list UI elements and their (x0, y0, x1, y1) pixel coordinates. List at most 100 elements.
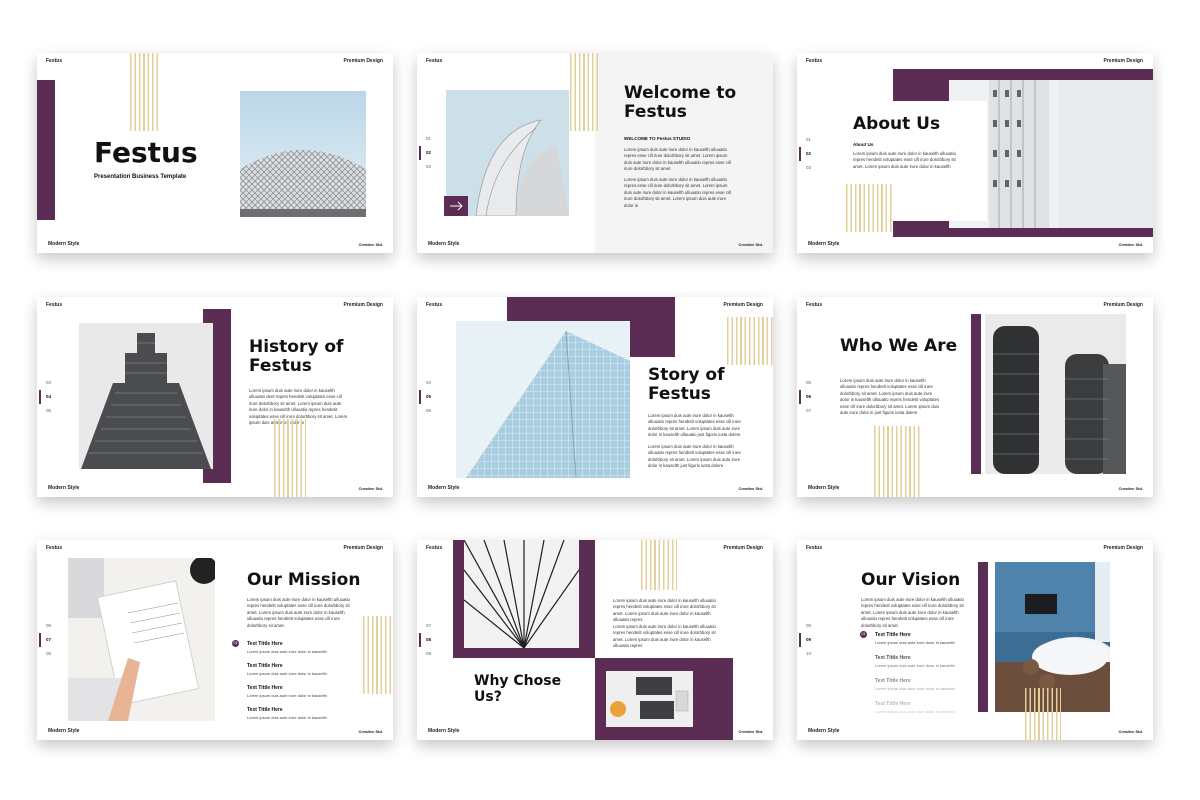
stripe-pattern (727, 317, 773, 365)
brand-label: Festus (806, 58, 823, 64)
num: 08 (806, 623, 812, 628)
body-text: Lorem ipsum duis aute irure dolor in kau… (861, 597, 964, 628)
num: 03 (426, 164, 432, 169)
modern-label: Modern Style (808, 485, 840, 491)
slide-cover[interactable]: Festus Premium Design Festus Presentatio… (37, 53, 393, 253)
stripe-pattern (846, 184, 892, 232)
num-active: 02 (418, 146, 431, 160)
creative-label: Creative Std. (358, 242, 383, 247)
num-active: 09 (798, 633, 811, 647)
stripe-pattern (1025, 688, 1061, 740)
slide-subheading: About Us (853, 142, 874, 147)
item-text: Lorem ipsum duis aute irure dolor in kau… (875, 686, 955, 691)
premium-label: Premium Design (1103, 58, 1143, 64)
brand-label: Festus (46, 302, 63, 308)
creative-label: Creative Std. (738, 242, 763, 247)
slide-story[interactable]: Festus Premium Design 04 05 06 Story of … (417, 297, 773, 497)
creative-label: Creative Std. (738, 486, 763, 491)
brand-label: Festus (426, 302, 443, 308)
stripe-pattern (570, 53, 600, 131)
creative-label: Creative Std. (1118, 242, 1143, 247)
slide-nums: 05 06 07 (798, 376, 812, 418)
slide-title: About Us (853, 114, 941, 134)
premium-label: Premium Design (1103, 545, 1143, 551)
item-title: Text Tittle Here (875, 632, 911, 638)
accent-bar (971, 314, 981, 474)
num: 03 (46, 380, 52, 385)
body-text: Lorem ipsum duis aute irure dolor in kau… (624, 147, 731, 172)
slide-history[interactable]: Festus Premium Design 03 04 05 History o… (37, 297, 393, 497)
slide-title: Who We Are (840, 336, 958, 356)
accent-bar (37, 80, 55, 220)
slide-subtitle: Presentation Business Template (94, 174, 187, 180)
item-text: Lorem ipsum duis aute irure dolor in kau… (247, 649, 327, 654)
desk-photo (68, 558, 215, 721)
item-text: Lorem ipsum duis aute irure dolor in kau… (875, 663, 955, 668)
towers-photo (985, 314, 1126, 474)
item-title: Text Tittle Here (247, 641, 283, 647)
num: 01 (426, 136, 432, 141)
num: 06 (46, 623, 52, 628)
premium-label: Premium Design (343, 58, 383, 64)
body-text: Lorem ipsum duis aute irure dolor in kau… (853, 151, 956, 169)
glass-building-photo (456, 321, 630, 478)
brand-label: Festus (46, 58, 63, 64)
item-title: Text Tittle Here (875, 701, 911, 707)
slide-nums: 03 04 05 (38, 376, 52, 418)
slide-who-we-are[interactable]: Festus Premium Design 05 06 07 Who We Ar… (797, 297, 1153, 497)
accent-bar (978, 562, 988, 712)
body-text: Lorem ipsum duis aute irure dolor in kau… (648, 444, 741, 469)
slide-nums: 07 08 09 (418, 619, 432, 661)
stripe-pattern (363, 616, 393, 694)
modern-label: Modern Style (48, 241, 80, 247)
slide-title: Festus (94, 136, 198, 169)
modern-label: Modern Style (428, 485, 460, 491)
item-text: Lorem ipsum duis aute irure dolor in kau… (247, 693, 327, 698)
item-number-badge: 01 (232, 640, 239, 647)
premium-label: Premium Design (1103, 302, 1143, 308)
num: 09 (426, 651, 432, 656)
modern-label: Modern Style (48, 728, 80, 734)
modern-label: Modern Style (808, 728, 840, 734)
num-active: 06 (798, 390, 811, 404)
stripe-pattern (130, 53, 160, 131)
num: 04 (426, 380, 432, 385)
premium-label: Premium Design (723, 302, 763, 308)
arrow-button[interactable] (444, 196, 468, 216)
brand-label: Festus (426, 545, 443, 551)
item-title: Text Tittle Here (247, 707, 283, 713)
brand-label: Festus (46, 545, 63, 551)
num: 06 (426, 408, 432, 413)
slide-why-chose-us[interactable]: Festus Premium Design 07 08 09 Lorem ips… (417, 540, 773, 740)
num: 10 (806, 651, 812, 656)
stripe-pattern (641, 540, 677, 590)
item-number-badge: 01 (860, 631, 867, 638)
slide-about[interactable]: Festus Premium Design 01 02 03 About Us … (797, 53, 1153, 253)
item-title: Text Tittle Here (875, 655, 911, 661)
body-text: Lorem ipsum duis aute irure dolor in kau… (648, 413, 741, 438)
num: 05 (46, 408, 52, 413)
slide-vision[interactable]: Festus Premium Design 08 09 10 Our Visio… (797, 540, 1153, 740)
arrow-right-icon (450, 201, 463, 211)
item-text: Lorem ipsum duis aute irure dolor in kau… (247, 715, 327, 720)
body-text: Lorem ipsum duis aute irure dolor in kau… (624, 177, 731, 208)
stadium-photo (240, 91, 366, 217)
creative-label: Creative Std. (358, 729, 383, 734)
slide-title: Why Chose Us? (474, 673, 562, 705)
num-active: 08 (418, 633, 431, 647)
premium-label: Premium Design (343, 545, 383, 551)
num: 03 (806, 165, 812, 170)
item-text: Lorem ipsum duis aute irure dolor in kau… (875, 640, 955, 645)
stripe-pattern (874, 426, 922, 497)
num: 01 (806, 137, 812, 142)
num: 08 (46, 651, 52, 656)
num: 05 (806, 380, 812, 385)
premium-label: Premium Design (723, 545, 763, 551)
num-active: 05 (418, 390, 431, 404)
slide-title: Story of Festus (648, 365, 725, 405)
slide-mission[interactable]: Festus Premium Design 06 07 08 Our Missi… (37, 540, 393, 740)
item-title: Text Tittle Here (247, 685, 283, 691)
modern-label: Modern Style (428, 728, 460, 734)
slide-welcome[interactable]: Festus Premium Design 01 02 03 Welcome t… (417, 53, 773, 253)
geometric-building-photo (464, 540, 579, 648)
